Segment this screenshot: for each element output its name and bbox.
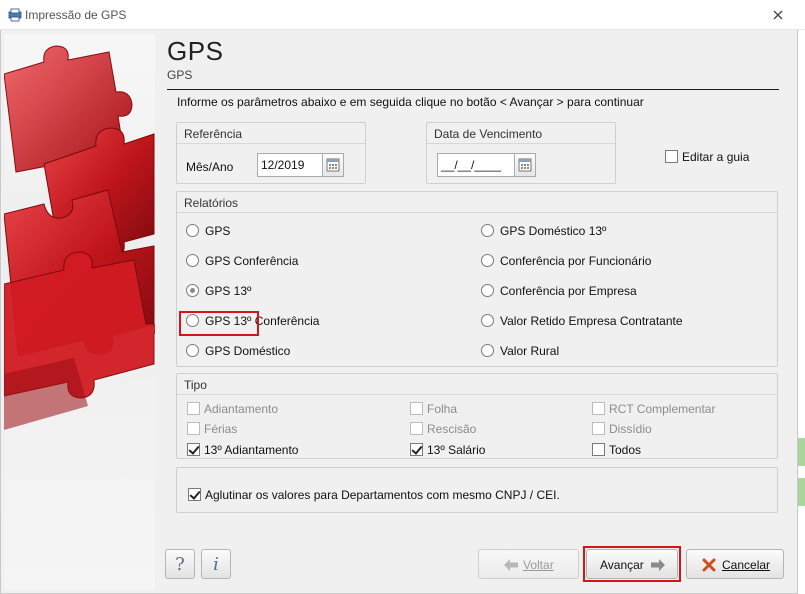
page-title: GPS: [167, 36, 224, 66]
radio-label: GPS Doméstico: [205, 344, 291, 358]
title-bar: Impressão de GPS: [0, 0, 805, 30]
radio-gps[interactable]: [186, 224, 199, 237]
checkbox-label: Férias: [204, 422, 238, 436]
relatorios-group: Relatórios GPS GPS Conferência GPS 13º G…: [176, 191, 778, 367]
calendar-icon: [518, 158, 532, 172]
checkbox-todos[interactable]: [592, 443, 605, 456]
aglutinar-label: Aglutinar os valores para Departamentos …: [205, 488, 560, 502]
checkbox-13-salario[interactable]: [410, 443, 423, 456]
aglutinar-checkbox[interactable]: [188, 488, 201, 501]
background-mark: [798, 438, 805, 466]
aglutinar-group: Aglutinar os valores para Departamentos …: [176, 467, 778, 513]
cancel-x-icon: [702, 558, 716, 572]
referencia-group-title: Referência: [184, 127, 243, 141]
radio-gps-domestico-13[interactable]: [481, 224, 494, 237]
cancelar-button[interactable]: Cancelar: [686, 549, 784, 579]
mes-ano-label: Mês/Ano: [186, 160, 234, 174]
checkbox-label: Todos: [609, 443, 642, 457]
radio-label: Valor Retido Empresa Contratante: [500, 314, 683, 328]
background-window-edge: [798, 30, 805, 594]
voltar-button[interactable]: Voltar: [478, 549, 579, 579]
puzzle-artwork: [4, 34, 155, 590]
radio-label: Conferência por Funcionário: [500, 254, 652, 268]
radio-label: Valor Rural: [500, 344, 560, 358]
vencimento-group-title: Data de Vencimento: [434, 127, 543, 141]
calendar-icon: [326, 158, 340, 172]
checkbox-adiantamento[interactable]: [187, 402, 200, 415]
mes-ano-input[interactable]: 12/2019: [257, 153, 323, 177]
radio-label: GPS Conferência: [205, 254, 299, 268]
printer-app-icon: [8, 8, 22, 22]
checkbox-folha[interactable]: [410, 402, 423, 415]
checkbox-ferias[interactable]: [187, 422, 200, 435]
group-separator: [427, 143, 615, 144]
editar-guia-label: Editar a guia: [682, 150, 750, 164]
checkbox-label: Adiantamento: [204, 402, 279, 416]
arrow-left-icon: [504, 559, 518, 571]
checkbox-label: Folha: [427, 402, 458, 416]
vencimento-group: Data de Vencimento __/__/____: [426, 122, 616, 184]
checkbox-rct-complementar[interactable]: [592, 402, 605, 415]
window-title: Impressão de GPS: [25, 8, 127, 22]
cancelar-label: Cancelar: [722, 558, 771, 572]
vencimento-input[interactable]: __/__/____: [437, 153, 515, 177]
radio-conferencia-empresa[interactable]: [481, 284, 494, 297]
main-panel: GPS GPS Informe os parâmetros abaixo e e…: [155, 34, 797, 590]
radio-label: Conferência por Empresa: [500, 284, 637, 298]
avancar-highlight: [583, 546, 681, 582]
calendar-button[interactable]: [322, 153, 344, 177]
checkbox-dissidio[interactable]: [592, 422, 605, 435]
radio-label: GPS: [205, 224, 231, 238]
radio-gps-domestico[interactable]: [186, 344, 199, 357]
checkbox-13-adiantamento[interactable]: [187, 443, 200, 456]
radio-label: GPS Doméstico 13º: [500, 224, 607, 238]
group-separator: [177, 143, 365, 144]
instruction-text: Informe os parâmetros abaixo e em seguid…: [177, 95, 644, 109]
selection-highlight: [179, 311, 259, 336]
help-button[interactable]: ?: [165, 549, 195, 579]
radio-label: GPS 13º: [205, 284, 252, 298]
radio-gps-conferencia[interactable]: [186, 254, 199, 267]
checkbox-label: RCT Complementar: [609, 402, 716, 416]
checkbox-label: Dissídio: [609, 422, 652, 436]
background-mark: [798, 478, 805, 506]
calendar-button[interactable]: [514, 153, 536, 177]
checkbox-label: Rescisão: [427, 422, 477, 436]
tipo-group-title: Tipo: [184, 378, 207, 392]
checkbox-label: 13º Salário: [427, 443, 486, 457]
referencia-group: Referência Mês/Ano 12/2019: [176, 122, 366, 184]
help-icon: ?: [175, 554, 185, 575]
close-icon[interactable]: [771, 8, 785, 22]
group-separator: [177, 212, 777, 213]
group-separator: [177, 394, 777, 395]
info-icon: i: [213, 554, 219, 575]
radio-conferencia-funcionario[interactable]: [481, 254, 494, 267]
puzzle-pieces-image: [4, 45, 155, 430]
header-divider: [167, 89, 779, 90]
tipo-group: Tipo Adiantamento Folha RCT Complementar…: [176, 373, 778, 459]
radio-gps-13[interactable]: [186, 284, 199, 297]
info-button[interactable]: i: [201, 549, 231, 579]
relatorios-group-title: Relatórios: [184, 196, 239, 210]
page-subtitle: GPS: [167, 68, 193, 82]
editar-guia-checkbox[interactable]: [665, 150, 678, 163]
checkbox-label: 13º Adiantamento: [204, 443, 299, 457]
voltar-label: Voltar: [523, 558, 554, 572]
radio-valor-rural[interactable]: [481, 344, 494, 357]
checkbox-rescisao[interactable]: [410, 422, 423, 435]
radio-valor-retido[interactable]: [481, 314, 494, 327]
